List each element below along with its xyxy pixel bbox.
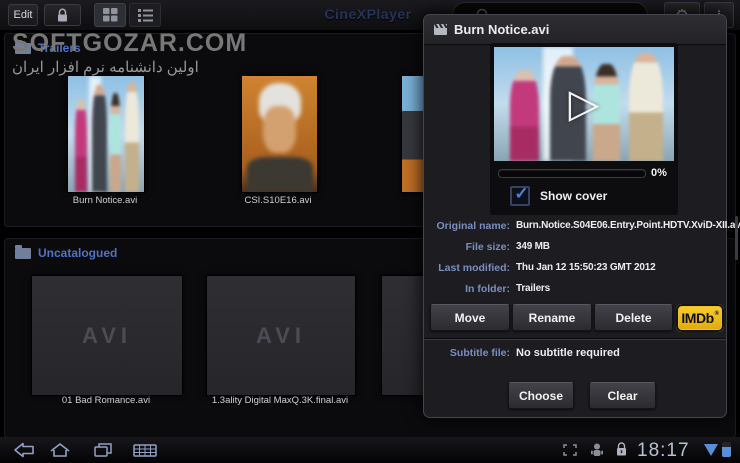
battery-icon (722, 442, 731, 457)
lock-status-icon (615, 442, 628, 457)
choose-button-label: Choose (518, 388, 563, 403)
lock-button[interactable] (44, 4, 81, 26)
move-button[interactable]: Move (430, 304, 510, 331)
back-button[interactable] (12, 441, 36, 459)
home-button[interactable] (48, 441, 72, 459)
field-label: File size: (465, 241, 510, 253)
field-value: 349 MB (516, 241, 550, 252)
clock[interactable]: 18:17 (637, 440, 690, 462)
thumbnail-bad-romance[interactable]: AVI (31, 275, 183, 396)
cover-panel: ▷ 0% ✓ Show cover (490, 43, 678, 215)
section-title: Trailers (38, 41, 81, 55)
scrollbar[interactable] (735, 216, 738, 260)
thumbnail-label: CSI.S10E16.avi (244, 195, 312, 206)
list-view-button[interactable] (129, 3, 161, 27)
section-uncatalogued-header: Uncatalogued (15, 244, 118, 260)
dialog-divider (424, 338, 726, 340)
field-value: Burn.Notice.S04E06.Entry.Point.HDTV.XviD… (516, 220, 740, 231)
edit-button[interactable]: Edit (8, 4, 38, 26)
thumbnail-label: Burn Notice.avi (72, 195, 138, 206)
avi-badge: AVI (81, 322, 133, 348)
imdb-logo: IMDb (681, 310, 714, 326)
delete-button-label: Delete (615, 310, 652, 325)
keyboard-button[interactable] (132, 441, 158, 459)
rename-button-label: Rename (528, 310, 576, 325)
thumbnail-label: 01 Bad Romance.avi (61, 395, 151, 406)
imdb-registered-mark: ® (714, 311, 719, 317)
avi-badge: AVI (255, 322, 307, 348)
folder-icon (15, 244, 31, 259)
delete-button[interactable]: Delete (594, 304, 673, 331)
system-bar: 18:17 (0, 437, 740, 463)
clapperboard-icon (434, 24, 447, 35)
dialog-title: Burn Notice.avi (454, 22, 550, 37)
cover-progress: 0% (498, 167, 674, 179)
csi-artwork (242, 76, 317, 192)
progress-bar (498, 168, 646, 178)
clear-button-label: Clear (607, 388, 638, 403)
choose-subtitle-button[interactable]: Choose (508, 382, 574, 409)
rename-button[interactable]: Rename (512, 304, 592, 331)
move-button-label: Move (454, 310, 486, 325)
fullscreen-icon[interactable] (562, 443, 578, 457)
signal-icon (704, 444, 718, 456)
field-label: Original name: (436, 220, 510, 232)
play-icon[interactable]: ▷ (494, 47, 674, 161)
subtitle-file-value: No subtitle required (516, 347, 620, 359)
subtitle-file-label: Subtitle file: (449, 347, 510, 359)
edit-button-label: Edit (13, 9, 33, 21)
thumbnail-csi[interactable] (241, 75, 318, 193)
check-icon: ✓ (514, 184, 529, 203)
field-label: Last modified: (438, 262, 510, 274)
cover-preview[interactable]: ▷ (494, 47, 674, 161)
lock-icon (56, 8, 69, 23)
thumbnail-burn-notice[interactable] (67, 75, 145, 193)
folder-icon (15, 39, 31, 54)
section-title: Uncatalogued (38, 246, 118, 260)
dialog-header: Burn Notice.avi (424, 15, 726, 45)
list-view-icon (137, 8, 153, 22)
grid-view-icon (102, 8, 118, 22)
grid-view-button[interactable] (94, 3, 126, 27)
file-details-dialog: Burn Notice.avi ▷ 0% ✓ Show cover Origin… (423, 14, 740, 418)
field-value: Trailers (516, 283, 550, 294)
section-trailers-header: Trailers (15, 39, 81, 55)
field-label: In folder: (465, 283, 510, 295)
clear-subtitle-button[interactable]: Clear (589, 382, 656, 409)
recents-button[interactable] (92, 441, 116, 459)
thumbnail-3ality[interactable]: AVI (206, 275, 356, 396)
show-cover-label: Show cover (540, 189, 608, 203)
burn-notice-artwork (68, 76, 144, 192)
usb-debug-icon (590, 442, 604, 458)
progress-percent: 0% (651, 167, 667, 179)
show-cover-checkbox[interactable]: ✓ (510, 184, 530, 206)
thumbnail-label: 1.3ality Digital MaxQ.3K.final.avi (211, 395, 349, 406)
thumbnail-partial[interactable] (381, 275, 429, 396)
imdb-button[interactable]: IMDb ® (676, 304, 724, 332)
field-value: Thu Jan 12 15:50:23 GMT 2012 (516, 262, 656, 273)
